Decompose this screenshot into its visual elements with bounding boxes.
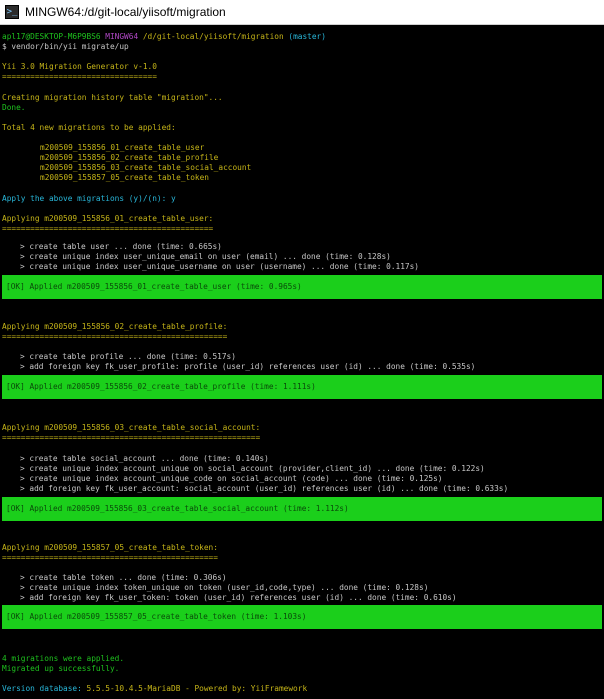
migration-step: > create table user ... done (time: 0.66…	[20, 242, 222, 251]
window-title-bar[interactable]: >_ MINGW64:/d/git-local/yiisoft/migratio…	[0, 0, 604, 25]
window-title: MINGW64:/d/git-local/yiisoft/migration	[25, 5, 226, 19]
migration-ok-banner: [OK] Applied m200509_155856_01_create_ta…	[2, 275, 602, 299]
migration-step: > create unique index user_unique_userna…	[20, 262, 420, 271]
pending-migration: m200509_155856_03_create_table_social_ac…	[40, 163, 252, 172]
migration-heading: Applying m200509_155856_01_create_table_…	[2, 214, 214, 223]
migration-heading-rule: ========================================…	[2, 433, 261, 442]
history-done: Done.	[2, 103, 26, 112]
database-version: 5.5.5-10.4.5-MariaDB	[86, 684, 181, 693]
migration-heading: Applying m200509_155857_05_create_table_…	[2, 543, 218, 552]
pending-migration: m200509_155856_01_create_table_user	[40, 143, 205, 152]
history-table-message: Creating migration history table "migrat…	[2, 93, 223, 102]
prompt-shell: MINGW64	[105, 32, 139, 41]
migration-ok-banner: [OK] Applied m200509_155856_02_create_ta…	[2, 375, 602, 399]
shell-prompt: apl17@DESKTOP-M6P9BS6 MINGW64 /d/git-loc…	[2, 32, 326, 42]
terminal-output[interactable]: apl17@DESKTOP-M6P9BS6 MINGW64 /d/git-loc…	[0, 30, 604, 699]
migration-ok-banner: [OK] Applied m200509_155857_05_create_ta…	[2, 605, 602, 629]
pending-migration: m200509_155857_05_create_table_token	[40, 173, 209, 182]
migration-step: > add foreign key fk_user_account: socia…	[20, 484, 509, 493]
migration-heading-rule: ========================================…	[2, 332, 228, 341]
total-migrations: Total 4 new migrations to be applied:	[2, 123, 176, 132]
migration-step: > create table profile ... done (time: 0…	[20, 352, 236, 361]
migration-heading-rule: ========================================…	[2, 224, 214, 233]
summary-migrated: Migrated up successfully.	[2, 664, 120, 673]
migration-step: > add foreign key fk_user_token: token (…	[20, 593, 457, 602]
migration-heading: Applying m200509_155856_03_create_table_…	[2, 423, 261, 432]
prompt-path: /d/git-local/yiisoft/migration	[142, 32, 284, 41]
summary-applied: 4 migrations were applied.	[2, 654, 125, 663]
migration-heading: Applying m200509_155856_02_create_table_…	[2, 322, 228, 331]
migration-step: > create unique index token_unique on to…	[20, 583, 429, 592]
version-label: Version database:	[2, 684, 87, 693]
migration-step: > create table social_account ... done (…	[20, 454, 269, 463]
migration-ok-banner: [OK] Applied m200509_155856_03_create_ta…	[2, 497, 602, 521]
migration-heading-rule: ========================================…	[2, 553, 218, 562]
powered-by: - Powered by: YiiFramework	[180, 684, 308, 693]
terminal-icon: >_	[5, 5, 19, 19]
migration-step: > create unique index user_unique_email …	[20, 252, 391, 261]
generator-title-rule: =================================	[2, 72, 157, 81]
generator-title: Yii 3.0 Migration Generator v-1.0	[2, 62, 157, 71]
migration-step: > create table token ... done (time: 0.3…	[20, 573, 227, 582]
pending-migration: m200509_155856_02_create_table_profile	[40, 153, 219, 162]
command-line: $ vendor/bin/yii migrate/up	[2, 42, 129, 51]
migration-step: > create unique index account_unique_cod…	[20, 474, 443, 483]
migration-step: > add foreign key fk_user_profile: profi…	[20, 362, 476, 371]
prompt-branch: (master)	[288, 32, 326, 41]
apply-confirm: Apply the above migrations (y)/(n): y	[2, 194, 176, 203]
footer-version-line: Version database: 5.5.5-10.4.5-MariaDB -…	[2, 684, 307, 694]
prompt-user-host: apl17@DESKTOP-M6P9BS6	[2, 32, 101, 41]
migration-step: > create unique index account_unique on …	[20, 464, 485, 473]
